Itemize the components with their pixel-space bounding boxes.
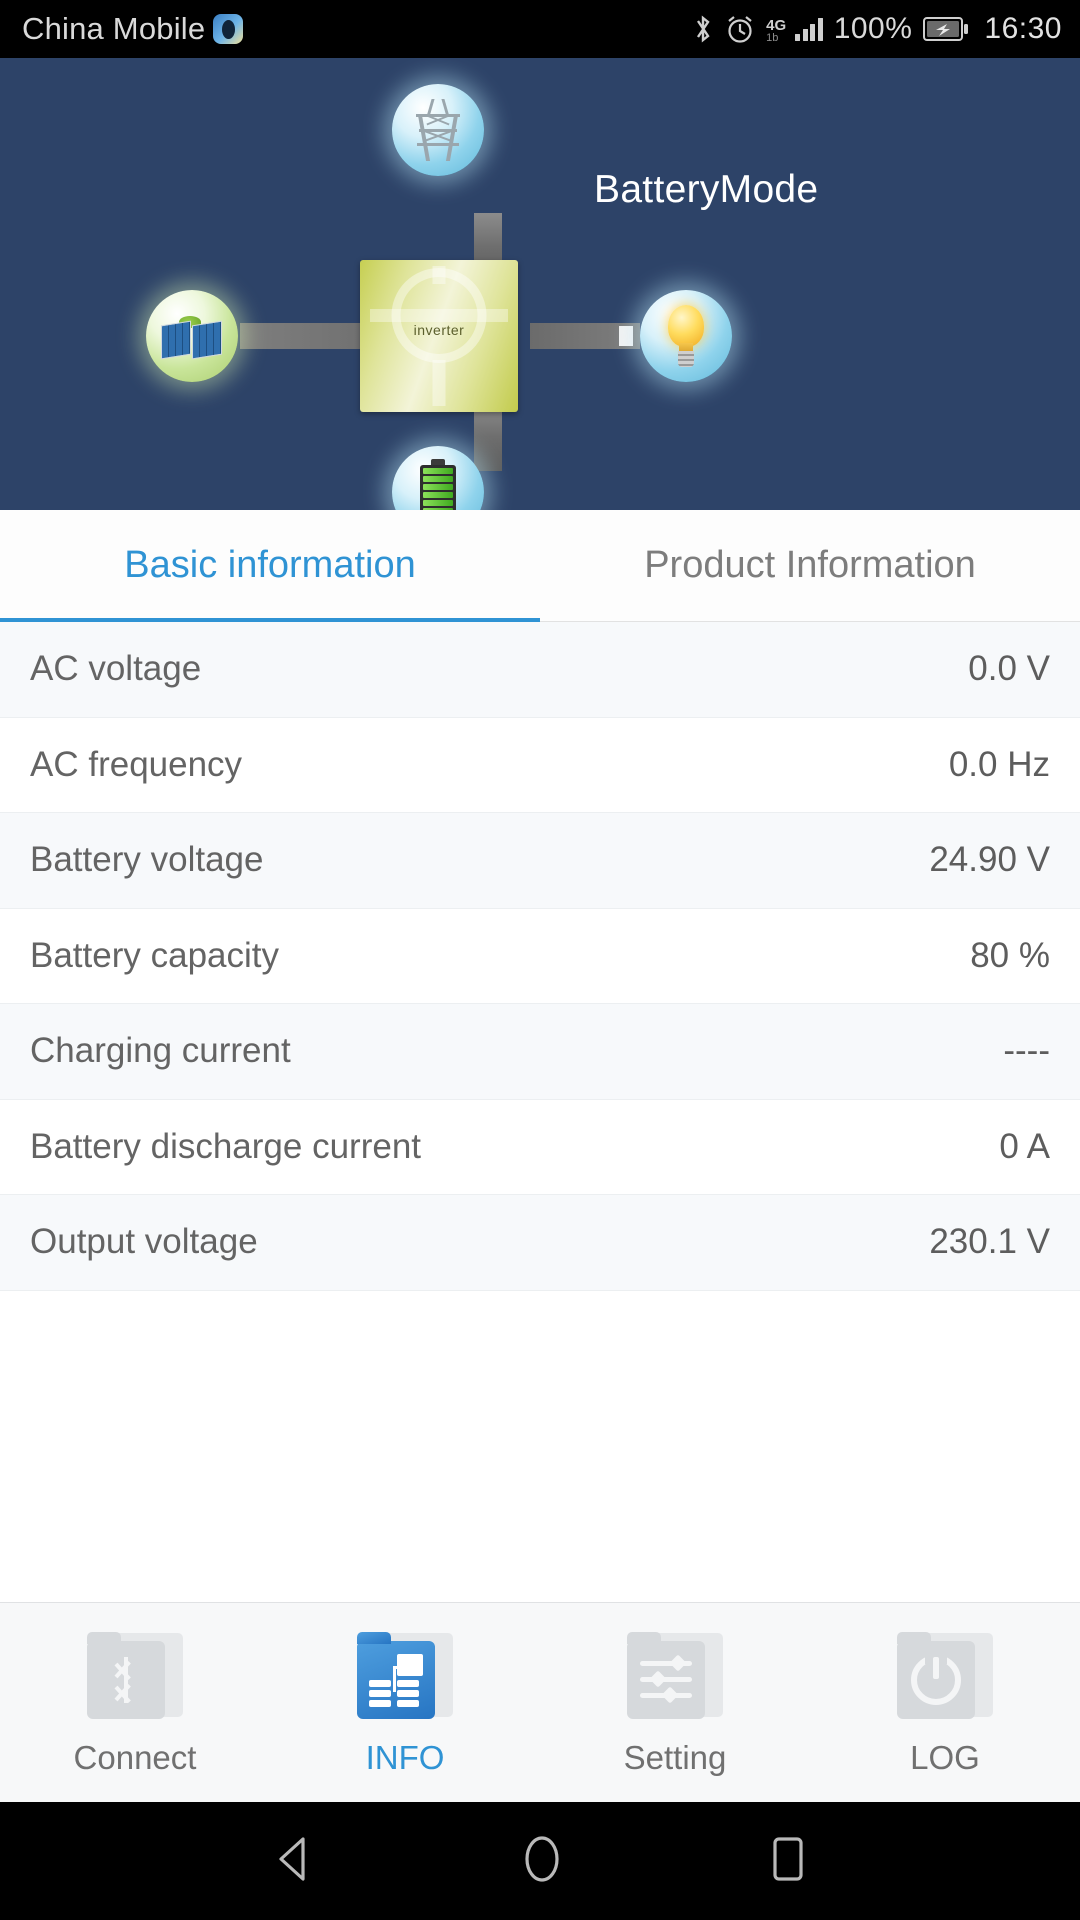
bluetooth-folder-icon bbox=[87, 1629, 183, 1725]
nav-item-log[interactable]: LOG bbox=[810, 1603, 1080, 1802]
table-row[interactable]: AC frequency 0.0 Hz bbox=[0, 717, 1080, 813]
table-row[interactable]: AC voltage 0.0 V bbox=[0, 622, 1080, 718]
row-value: 0.0 Hz bbox=[948, 744, 1050, 784]
inverter-label: inverter bbox=[413, 322, 465, 338]
table-row[interactable]: Charging current ---- bbox=[0, 1004, 1080, 1100]
recents-square-icon[interactable] bbox=[767, 1833, 809, 1890]
status-bar-right: 4G 1b 100% 16:30 bbox=[692, 12, 1062, 46]
light-bulb-icon[interactable] bbox=[640, 290, 732, 382]
nav-item-connect[interactable]: Connect bbox=[0, 1603, 270, 1802]
load-connector-bar bbox=[530, 323, 640, 349]
bluetooth-icon bbox=[692, 13, 714, 45]
row-value: 80 % bbox=[970, 935, 1050, 975]
power-folder-icon bbox=[897, 1629, 993, 1725]
settings-folder-icon bbox=[627, 1629, 723, 1725]
alarm-clock-icon bbox=[725, 13, 755, 45]
network-type-label: 4G 1b bbox=[766, 17, 787, 44]
nav-label-setting: Setting bbox=[623, 1738, 727, 1776]
nav-item-setting[interactable]: Setting bbox=[540, 1603, 810, 1802]
back-triangle-icon[interactable] bbox=[271, 1834, 317, 1889]
tab-bar: Basic information Product Information bbox=[0, 510, 1080, 622]
home-circle-icon[interactable] bbox=[517, 1833, 567, 1890]
row-label: AC frequency bbox=[30, 744, 243, 784]
tab-basic-information[interactable]: Basic information bbox=[0, 510, 540, 622]
battery-charging-icon bbox=[923, 16, 969, 42]
status-bar-left: China Mobile bbox=[22, 11, 244, 47]
nav-label-log: LOG bbox=[910, 1738, 980, 1776]
row-value: 0.0 V bbox=[968, 649, 1050, 689]
row-value: 0 A bbox=[999, 1126, 1050, 1166]
table-row[interactable]: Battery capacity 80 % bbox=[0, 908, 1080, 1004]
android-navigation-bar bbox=[0, 1802, 1080, 1920]
status-bar: China Mobile 4G 1b 100% 16:30 bbox=[0, 0, 1080, 58]
mode-title: BatteryMode bbox=[594, 168, 819, 211]
eye-badge-icon bbox=[213, 14, 244, 44]
table-row[interactable]: Battery discharge current 0 A bbox=[0, 1099, 1080, 1195]
row-label: Output voltage bbox=[30, 1222, 258, 1262]
app-screen: China Mobile 4G 1b 100% 16:30 BatteryMod… bbox=[0, 0, 1080, 1920]
battery-icon[interactable] bbox=[392, 446, 484, 510]
signal-bars-icon bbox=[795, 17, 823, 41]
clock-label: 16:30 bbox=[984, 12, 1062, 45]
solar-panel-icon[interactable] bbox=[146, 290, 238, 382]
info-folder-icon bbox=[357, 1629, 453, 1725]
row-value: ---- bbox=[1003, 1031, 1050, 1071]
row-label: Charging current bbox=[30, 1031, 291, 1071]
row-value: 24.90 V bbox=[929, 840, 1050, 880]
battery-percent-label: 100% bbox=[833, 12, 913, 45]
row-label: Battery voltage bbox=[30, 840, 264, 880]
table-row[interactable]: Output voltage 230.1 V bbox=[0, 1195, 1080, 1291]
nav-label-info: INFO bbox=[365, 1738, 445, 1776]
nav-label-connect: Connect bbox=[73, 1738, 197, 1776]
row-label: AC voltage bbox=[30, 649, 202, 689]
row-label: Battery capacity bbox=[30, 935, 279, 975]
power-grid-tower-icon[interactable] bbox=[392, 84, 484, 176]
system-diagram: BatteryMode inverter bbox=[0, 58, 1080, 510]
tab-product-information[interactable]: Product Information bbox=[540, 510, 1080, 621]
battery-connector-bar bbox=[474, 403, 502, 471]
carrier-label: China Mobile bbox=[22, 11, 206, 46]
info-list: AC voltage 0.0 V AC frequency 0.0 Hz Bat… bbox=[0, 622, 1080, 1602]
nav-item-info[interactable]: INFO bbox=[270, 1603, 540, 1802]
table-row[interactable]: Battery voltage 24.90 V bbox=[0, 813, 1080, 909]
row-label: Battery discharge current bbox=[30, 1126, 422, 1166]
row-value: 230.1 V bbox=[929, 1222, 1050, 1262]
inverter-unit: inverter bbox=[360, 260, 518, 412]
bottom-navigation: Connect INFO Setting LOG bbox=[0, 1602, 1080, 1802]
